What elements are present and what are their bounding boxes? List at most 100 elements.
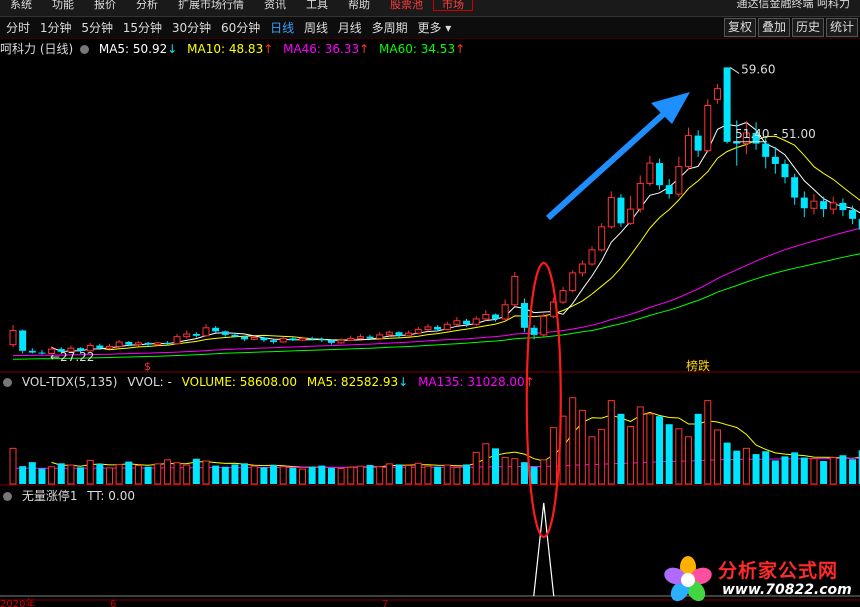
watermark-title: 分析家公式网 xyxy=(718,560,839,582)
candle-body-down xyxy=(839,202,847,210)
volume-bar-down xyxy=(144,466,152,484)
tt-signal-peak xyxy=(533,502,555,597)
volume-bar-up xyxy=(299,468,306,485)
candle-body-down xyxy=(163,342,171,344)
volume-bar-down xyxy=(38,468,46,484)
candle-body-down xyxy=(308,338,316,340)
volume-bar-up xyxy=(646,413,654,485)
candle-body-up xyxy=(443,323,451,331)
volume-bar-down xyxy=(77,467,85,484)
candle-body-down xyxy=(318,339,326,341)
volume-bar-down xyxy=(800,457,808,484)
candle-body-up xyxy=(636,182,644,210)
candle-body-down xyxy=(289,338,297,341)
volume-bar-up xyxy=(627,426,635,485)
volume-bar-down xyxy=(260,467,268,484)
volume-bar-down xyxy=(723,442,731,484)
candle-body-up xyxy=(183,333,191,338)
candle-body-down xyxy=(221,331,229,335)
candle-body-down xyxy=(28,350,36,353)
volume-bar-down xyxy=(19,466,27,484)
candle-body-down xyxy=(231,334,239,337)
volume-bar-up xyxy=(385,463,393,485)
candle-body-up xyxy=(414,329,422,334)
volume-bar-up xyxy=(202,460,210,485)
volume-bar-up xyxy=(636,406,644,485)
candle-body-up xyxy=(540,315,548,336)
candle-body-up xyxy=(588,249,596,265)
candle-body-up xyxy=(482,314,490,320)
candle-body-up xyxy=(376,334,384,339)
candle-body-up xyxy=(202,327,210,337)
candle-body-up xyxy=(173,336,181,345)
axis-date-label: 2020年 xyxy=(0,597,35,607)
candle-body-up xyxy=(559,290,567,303)
volume-bar-up xyxy=(106,467,113,485)
watermark-url: www.70822.com xyxy=(722,582,852,598)
volume-bar-down xyxy=(221,466,229,484)
volume-bar-up xyxy=(607,400,615,485)
candle-body-down xyxy=(656,163,664,186)
volume-bar-down xyxy=(231,464,239,484)
volume-bar-down xyxy=(28,462,36,484)
candle-body-down xyxy=(260,337,268,341)
candle-body-down xyxy=(463,320,471,325)
candle-body-down xyxy=(665,185,673,195)
volume-bar-up xyxy=(279,466,287,485)
candle-body-up xyxy=(646,162,654,184)
volume-bar-up xyxy=(356,465,364,485)
volume-bar-down xyxy=(492,448,499,484)
volume-bar-down xyxy=(781,456,789,484)
candle-body-up xyxy=(337,339,345,344)
ma5-line xyxy=(51,121,860,353)
axis-date-label: 6 xyxy=(110,599,116,607)
candle-body-down xyxy=(270,340,278,342)
high-pointer-line xyxy=(729,66,740,74)
volume-bar-up xyxy=(675,428,683,485)
volume-bar-down xyxy=(434,466,442,484)
volume-bar-up xyxy=(86,459,94,485)
volume-bar-up xyxy=(414,462,422,485)
volume-bar-down xyxy=(733,450,741,484)
volume-bar-up xyxy=(453,466,461,485)
volume-bar-up xyxy=(154,463,162,485)
candle-body-down xyxy=(617,197,625,224)
candle-body-down xyxy=(492,314,499,319)
volume-bar-up xyxy=(713,429,721,485)
volume-bar-up xyxy=(549,427,557,485)
candle-body-down xyxy=(849,210,857,219)
candle-body-up xyxy=(501,304,509,320)
high-price-label: 59.60 xyxy=(741,62,775,76)
candle-body-down xyxy=(820,201,828,210)
candle-body-up xyxy=(356,336,364,339)
candle-body-up xyxy=(810,200,818,209)
volume-bar-up xyxy=(598,428,606,485)
volume-bar-up xyxy=(347,466,355,485)
volume-bar-down xyxy=(327,467,335,484)
volume-bar-down xyxy=(96,463,104,484)
volume-bar-up xyxy=(183,464,191,485)
kline-chart[interactable]: 59.60 51.40 - 51.00 ←27.22 榜跌 $ 2020年 6 … xyxy=(0,0,860,607)
volume-bar-down xyxy=(771,460,779,484)
volume-bar-down xyxy=(192,458,200,484)
volume-bar-down xyxy=(289,467,297,484)
candle-body-down xyxy=(530,327,538,335)
volume-bar-down xyxy=(520,462,528,484)
candle-body-up xyxy=(453,320,461,325)
volume-bar-up xyxy=(511,458,519,485)
candle-body-down xyxy=(241,336,249,340)
candle-body-down xyxy=(212,327,220,332)
volume-bar-up xyxy=(578,409,586,485)
candle-body-down xyxy=(366,336,374,339)
candle-body-up xyxy=(607,197,615,228)
volume-bar-up xyxy=(569,397,577,485)
candle-body-up xyxy=(106,345,113,349)
candle-body-down xyxy=(434,326,442,330)
candle-body-up xyxy=(405,332,413,337)
volume-bar-up xyxy=(376,466,384,485)
volume-bar-up xyxy=(704,400,712,485)
volume-bar-down xyxy=(57,463,65,484)
candle-body-up xyxy=(134,342,142,346)
volume-bar-up xyxy=(405,465,413,485)
volume-bar-down xyxy=(125,461,133,484)
